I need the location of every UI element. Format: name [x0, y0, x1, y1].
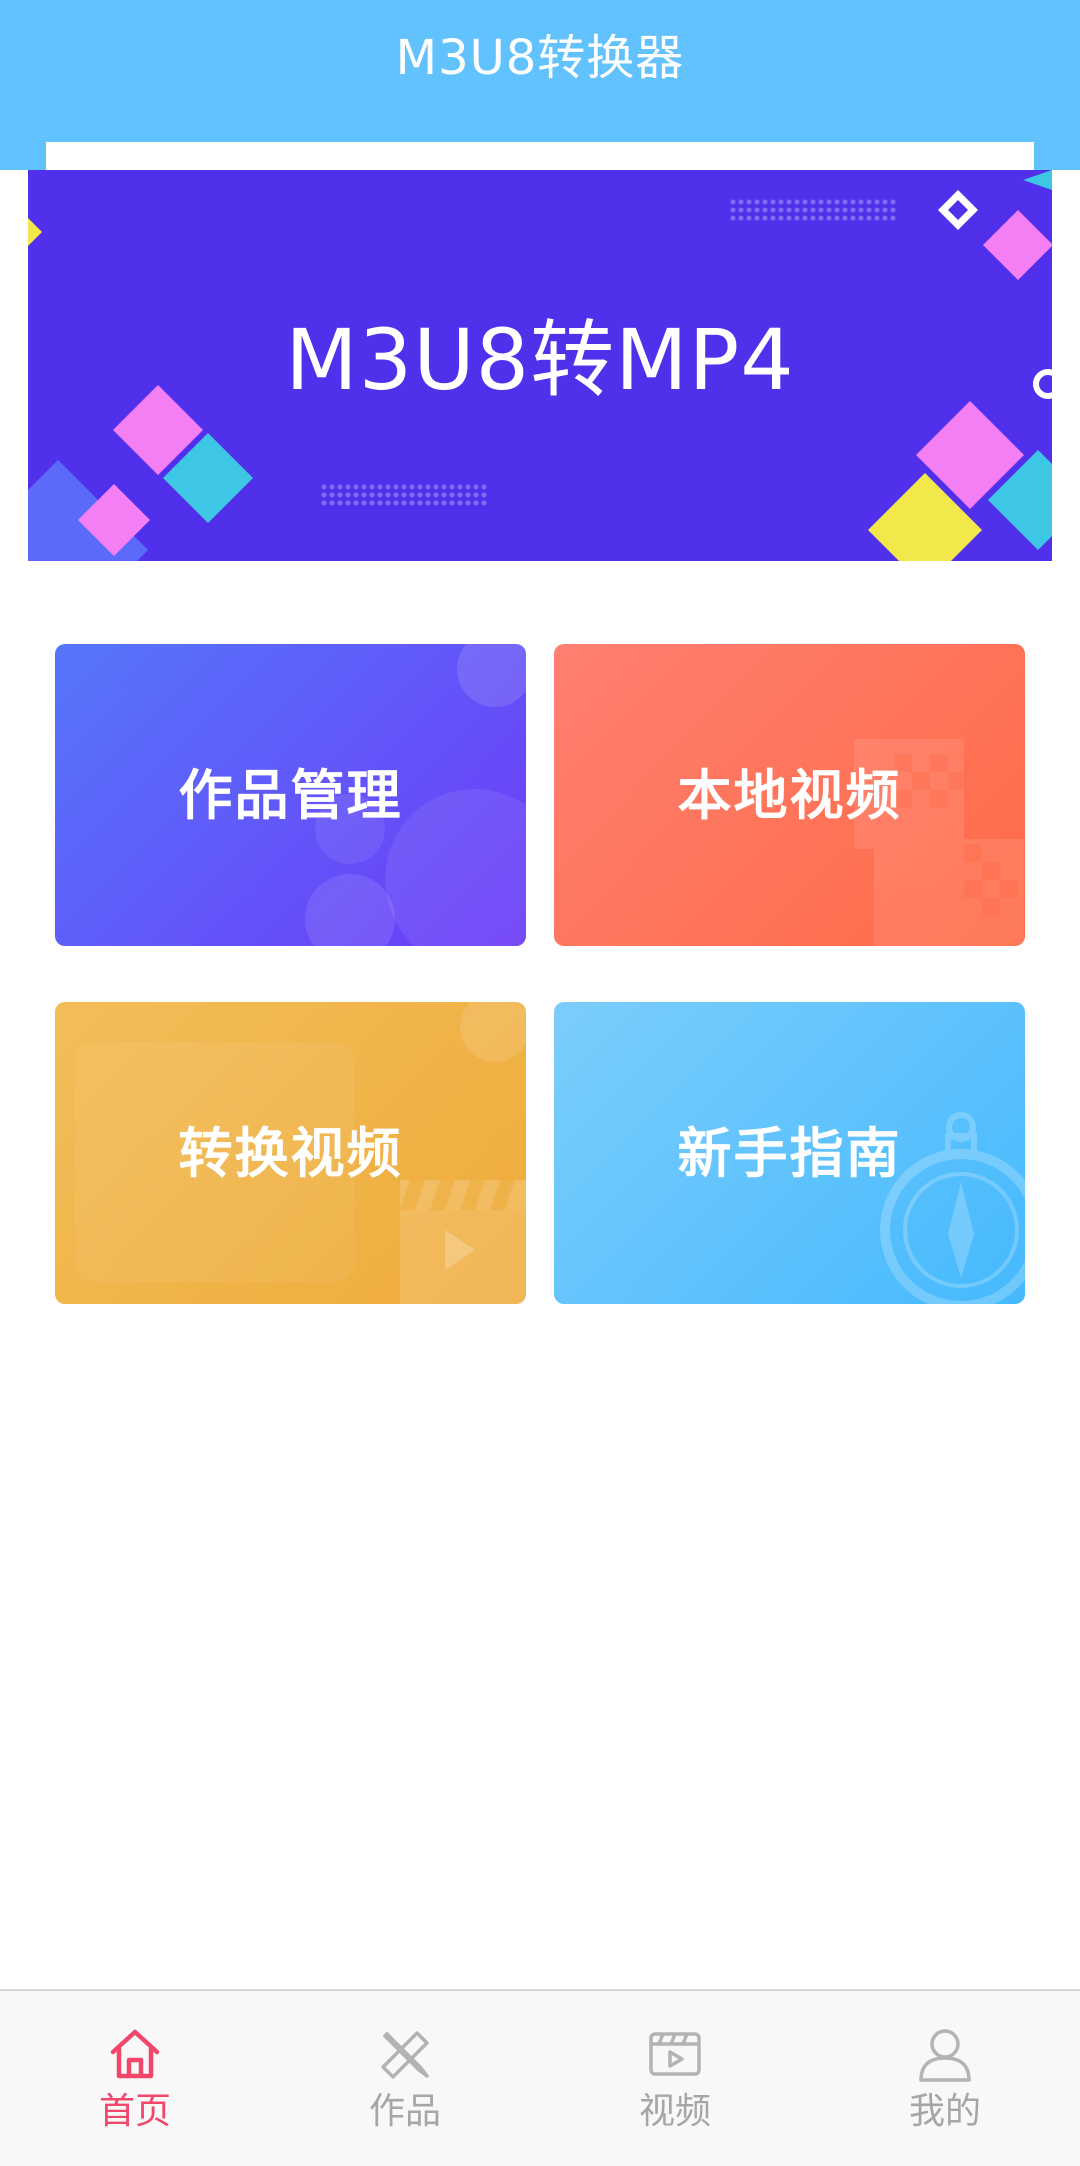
home-icon: [110, 2029, 160, 2079]
card-beginner-guide[interactable]: 新手指南: [554, 1002, 1025, 1304]
promo-banner[interactable]: M3U8转MP4: [28, 170, 1052, 561]
app-screen: M3U8转换器 M3U8转MP4 作品管理 本地视频 转换视频 新手指南 首页 …: [0, 0, 1080, 2166]
nav-label-works: 作品: [368, 2091, 441, 2132]
video-icon: [649, 2032, 701, 2076]
nav-item-mine[interactable]: 我的: [810, 1991, 1080, 2166]
card-convert-video[interactable]: 转换视频: [55, 1002, 526, 1304]
nav-item-home[interactable]: 首页: [0, 1991, 270, 2166]
bottom-nav-bar: 首页 作品 视频 我的: [0, 1989, 1080, 2166]
card-guide-label: 新手指南: [677, 1122, 902, 1185]
nav-item-video[interactable]: 视频: [540, 1991, 810, 2166]
nav-label-home: 首页: [98, 2091, 171, 2132]
pencil-ruler-icon: [381, 2031, 429, 2079]
page-title: M3U8转换器: [395, 30, 685, 86]
card-local-label: 本地视频: [677, 764, 902, 827]
app-header: M3U8转换器: [0, 0, 1080, 142]
nav-label-video: 视频: [638, 2091, 711, 2132]
nav-label-mine: 我的: [908, 2091, 981, 2132]
user-icon: [919, 2029, 971, 2082]
card-local-video[interactable]: 本地视频: [554, 644, 1025, 946]
nav-item-works[interactable]: 作品: [270, 1991, 540, 2166]
card-convert-label: 转换视频: [178, 1122, 403, 1185]
header-edge-right: [1034, 142, 1080, 170]
banner-title: M3U8转MP4: [285, 311, 795, 409]
card-works-management[interactable]: 作品管理: [55, 644, 526, 946]
header-edge-left: [0, 142, 46, 170]
card-works-label: 作品管理: [178, 764, 403, 827]
